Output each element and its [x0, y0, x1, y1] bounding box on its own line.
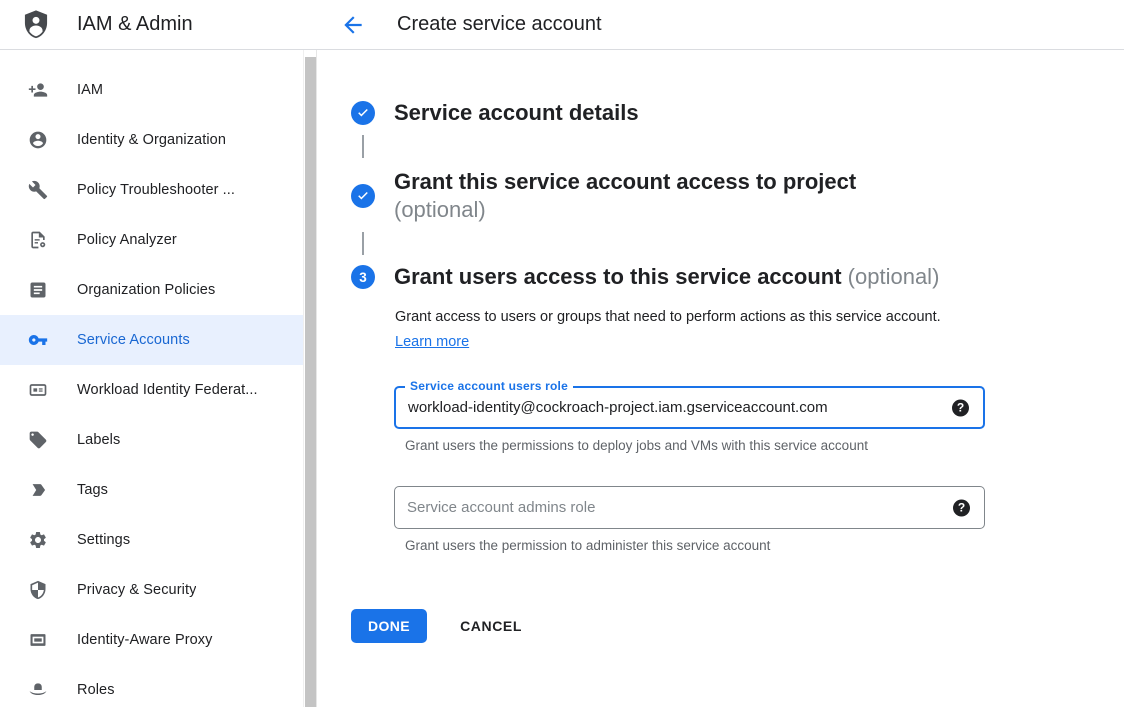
page-title: Create service account [397, 13, 602, 36]
sidebar-scrollbar-thumb[interactable] [305, 57, 316, 707]
admins-role-input[interactable] [395, 487, 934, 528]
cancel-button[interactable]: CANCEL [460, 618, 522, 634]
step-3-optional-label: (optional) [848, 264, 940, 289]
admins-role-field-block: ? Grant users the permission to administ… [394, 486, 985, 553]
sidebar-item-label: Roles [77, 682, 115, 698]
tag-arrow-icon [28, 480, 48, 500]
users-role-field: Service account users role ? [394, 386, 985, 429]
step-3-title: Grant users access to this service accou… [394, 263, 939, 291]
wrench-icon [28, 180, 48, 200]
step-1-title: Service account details [394, 99, 639, 127]
step-3-actions: DONE CANCEL [351, 609, 1124, 643]
sidebar-item-label: Tags [77, 482, 108, 498]
admins-role-field: ? [394, 486, 985, 529]
proxy-icon [28, 630, 48, 650]
sidebar-item-service-accounts[interactable]: Service Accounts [0, 315, 303, 365]
learn-more-link[interactable]: Learn more [395, 334, 469, 350]
sidebar-item-labels[interactable]: Labels [0, 415, 303, 465]
sidebar-item-label: Privacy & Security [77, 582, 196, 598]
sidebar-item-label: Labels [77, 432, 120, 448]
sidebar-scrollbar[interactable] [303, 50, 317, 707]
product-title: IAM & Admin [77, 13, 193, 36]
sidebar-nav: IAM Identity & Organization Policy Troub… [0, 50, 317, 715]
sidebar-item-label: Policy Analyzer [77, 232, 177, 248]
document-gear-icon [28, 230, 48, 250]
product-brand: IAM & Admin [0, 8, 317, 42]
step-complete-check-icon [351, 101, 375, 125]
sidebar-item-identity-organization[interactable]: Identity & Organization [0, 115, 303, 165]
sidebar-item-organization-policies[interactable]: Organization Policies [0, 265, 303, 315]
step-2-title-text: Grant this service account access to pro… [394, 169, 856, 194]
gear-icon [28, 530, 48, 550]
person-add-icon [28, 80, 48, 100]
sidebar-item-label: Service Accounts [77, 332, 190, 348]
account-circle-icon [28, 130, 48, 150]
step-complete-check-icon [351, 184, 375, 208]
sidebar-item-label: Workload Identity Federat... [77, 382, 258, 398]
step-2-header[interactable]: Grant this service account access to pro… [351, 168, 1124, 224]
step-3-number-badge: 3 [351, 265, 375, 289]
help-icon[interactable]: ? [953, 499, 970, 516]
sidebar-item-label: IAM [77, 82, 103, 98]
sidebar-item-label: Identity & Organization [77, 132, 226, 148]
sidebar-item-privacy-security[interactable]: Privacy & Security [0, 565, 303, 615]
sidebar-item-policy-analyzer[interactable]: Policy Analyzer [0, 215, 303, 265]
step-connector [362, 135, 364, 158]
sidebar: IAM Identity & Organization Policy Troub… [0, 50, 317, 707]
step-3-description: Grant access to users or groups that nee… [395, 305, 957, 355]
top-bar: IAM & Admin Create service account [0, 0, 1124, 50]
step-3-description-text: Grant access to users or groups that nee… [395, 309, 941, 325]
sidebar-item-label: Organization Policies [77, 282, 215, 298]
shield-icon [28, 580, 48, 600]
users-role-helper-text: Grant users the permissions to deploy jo… [405, 438, 985, 453]
back-button[interactable] [340, 12, 366, 38]
step-1-header[interactable]: Service account details [351, 99, 1124, 127]
sidebar-item-iam[interactable]: IAM [0, 65, 303, 115]
main-content: Service account details Grant this servi… [317, 50, 1124, 707]
help-icon[interactable]: ? [952, 399, 969, 416]
sidebar-item-settings[interactable]: Settings [0, 515, 303, 565]
step-2-title: Grant this service account access to pro… [394, 168, 856, 224]
sidebar-item-label: Settings [77, 532, 130, 548]
article-icon [28, 280, 48, 300]
sidebar-item-tags[interactable]: Tags [0, 465, 303, 515]
step-3-header[interactable]: 3 Grant users access to this service acc… [351, 263, 1124, 291]
step-2-optional-label: (optional) [394, 196, 856, 224]
sidebar-item-identity-aware-proxy[interactable]: Identity-Aware Proxy [0, 615, 303, 665]
users-role-field-block: Service account users role ? Grant users… [394, 386, 985, 453]
sidebar-item-roles[interactable]: Roles [0, 665, 303, 715]
step-3-title-text: Grant users access to this service accou… [394, 264, 842, 289]
hat-icon [28, 680, 48, 700]
label-icon [28, 430, 48, 450]
service-account-key-icon [28, 330, 48, 350]
sidebar-item-policy-troubleshooter[interactable]: Policy Troubleshooter ... [0, 165, 303, 215]
step-3-body: Grant access to users or groups that nee… [394, 305, 1124, 553]
back-arrow-icon [340, 12, 366, 38]
sidebar-item-label: Identity-Aware Proxy [77, 632, 213, 648]
users-role-input[interactable] [396, 388, 933, 427]
sidebar-item-workload-identity-federation[interactable]: Workload Identity Federat... [0, 365, 303, 415]
admins-role-helper-text: Grant users the permission to administer… [405, 538, 985, 553]
done-button[interactable]: DONE [351, 609, 427, 643]
iam-shield-person-icon [22, 8, 52, 42]
membership-card-icon [28, 380, 48, 400]
sidebar-item-label: Policy Troubleshooter ... [77, 182, 235, 198]
create-service-account-stepper: Service account details Grant this servi… [317, 50, 1124, 291]
step-connector [362, 232, 364, 255]
